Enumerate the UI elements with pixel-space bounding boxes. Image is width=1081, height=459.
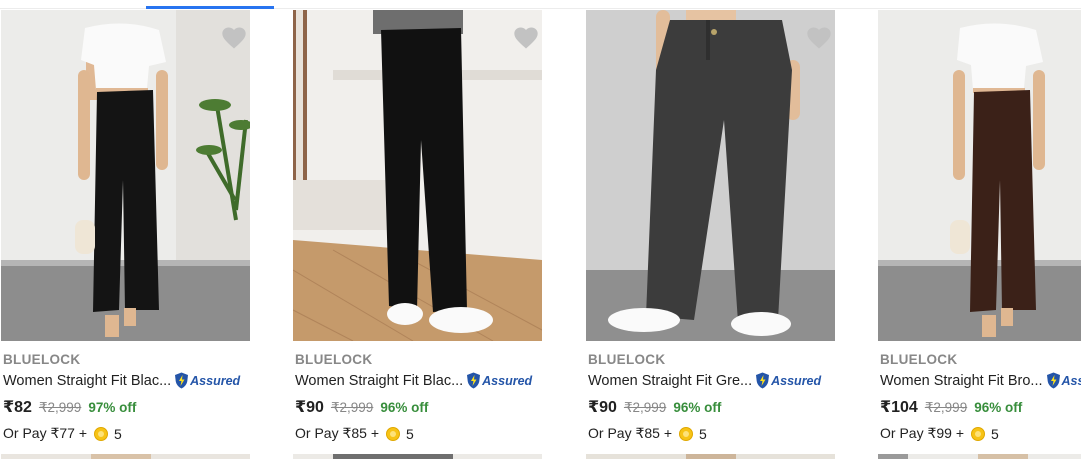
discount-percent: 97% off [88,400,137,415]
coin-count: 5 [699,425,707,442]
coin-count: 5 [991,425,999,442]
supercoin-icon [679,426,693,441]
assured-badge: Assured [466,372,532,389]
wishlist-heart-icon[interactable] [512,24,540,52]
coin-count: 5 [406,425,414,442]
or-pay-text: Or Pay ₹85 + [295,425,379,441]
price-row: ₹82 ₹2,999 97% off [3,397,136,417]
supercoin-icon [94,426,108,441]
assured-label: Assured [1061,373,1081,388]
discount-percent: 96% off [673,400,722,415]
product-title[interactable]: Women Straight Fit Gre... Assured [588,372,821,389]
selling-price: ₹90 [588,399,617,416]
coin-count: 5 [114,425,122,442]
assured-label: Assured [482,373,533,388]
assured-shield-icon [467,372,481,389]
product-title-text[interactable]: Women Straight Fit Blac... [295,373,463,389]
original-price: ₹2,999 [924,400,968,415]
brand-name: BLUELOCK [3,352,81,367]
price-row: ₹90 ₹2,999 96% off [588,397,721,417]
selling-price: ₹82 [3,399,32,416]
product-card-1[interactable]: BLUELOCK Women Straight Fit Blac... Assu… [1,10,263,459]
or-pay-text: Or Pay ₹77 + [3,425,87,441]
active-tab-indicator [146,6,274,9]
coin-pay-offer: Or Pay ₹85 + 5 [295,425,414,442]
assured-label: Assured [771,373,822,388]
assured-badge: Assured [755,372,821,389]
brand-name: BLUELOCK [588,352,666,367]
supercoin-icon [386,426,400,441]
wishlist-heart-icon[interactable] [805,24,833,52]
product-image[interactable] [1,10,250,341]
product-image[interactable] [586,10,835,341]
product-title-text[interactable]: Women Straight Fit Blac... [3,373,171,389]
product-title-text[interactable]: Women Straight Fit Bro... [880,373,1043,389]
assured-badge: Assured [1046,372,1081,389]
selling-price: ₹104 [880,399,918,416]
assured-label: Assured [190,373,241,388]
supercoin-icon [971,426,985,441]
brand-name: BLUELOCK [880,352,958,367]
assured-shield-icon [175,372,189,389]
original-price: ₹2,999 [38,400,82,415]
product-title[interactable]: Women Straight Fit Blac... Assured [295,372,532,389]
wishlist-heart-icon[interactable] [220,24,248,52]
assured-shield-icon [756,372,770,389]
next-row-image-peek[interactable] [586,450,835,459]
or-pay-text: Or Pay ₹85 + [588,425,672,441]
discount-percent: 96% off [974,400,1023,415]
next-row-image-peek[interactable] [1,450,250,459]
product-image[interactable] [293,10,542,341]
price-row: ₹104 ₹2,999 96% off [880,397,1022,417]
coin-pay-offer: Or Pay ₹77 + 5 [3,425,122,442]
coin-pay-offer: Or Pay ₹99 + 5 [880,425,999,442]
assured-shield-icon [1046,372,1060,389]
brand-name: BLUELOCK [295,352,373,367]
coin-pay-offer: Or Pay ₹85 + 5 [588,425,707,442]
assured-badge: Assured [174,372,240,389]
price-row: ₹90 ₹2,999 96% off [295,397,428,417]
original-price: ₹2,999 [330,400,374,415]
discount-percent: 96% off [380,400,429,415]
product-title[interactable]: Women Straight Fit Bro... Assured [880,372,1081,389]
selling-price: ₹90 [295,399,324,416]
product-card-2[interactable]: BLUELOCK Women Straight Fit Blac... Assu… [293,10,555,459]
product-title-text[interactable]: Women Straight Fit Gre... [588,373,752,389]
product-card-3[interactable]: BLUELOCK Women Straight Fit Gre... Assur… [586,10,848,459]
or-pay-text: Or Pay ₹99 + [880,425,964,441]
original-price: ₹2,999 [623,400,667,415]
product-card-4[interactable]: BLUELOCK Women Straight Fit Bro... Assur… [878,10,1081,459]
next-row-image-peek[interactable] [293,450,542,459]
product-image[interactable] [878,10,1081,341]
product-title[interactable]: Women Straight Fit Blac... Assured [3,372,240,389]
next-row-image-peek[interactable] [878,450,1081,459]
